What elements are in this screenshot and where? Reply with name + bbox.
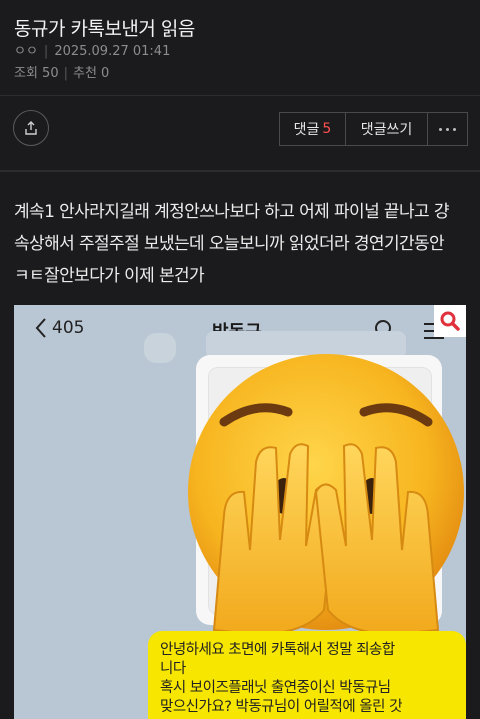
message-line: 맞으신가요? 박동규님이 어릴적에 올린 갓 [160,699,402,715]
message-line: 혹시 보이즈플래닛 출연중이신 박동규님 [160,680,391,696]
post-title: 동규가 카톡보낸거 읽음 [14,18,195,40]
comments-label: 댓글 [293,122,320,138]
view-count: 조회 50 [14,66,59,81]
zoom-image-button[interactable] [434,305,466,337]
comment-count-badge: 5 [322,121,332,137]
post-stats: 조회 50 | 추천 0 [14,62,109,81]
comments-button[interactable]: 댓글 5 [279,112,346,146]
face-covering-eyes-emoji-icon [188,354,464,634]
author-name[interactable]: ㅇㅇ [14,44,38,59]
write-comment-button[interactable]: 댓글쓰기 [346,112,428,146]
chat-back: 405 [34,317,84,339]
post-meta: ㅇㅇ | 2025.09.27 01:41 [14,40,170,59]
section-divider [0,170,480,172]
recommend-count: 추천 0 [73,66,110,81]
chat-message-bubble: 안녕하세요 초면에 카톡해서 정말 죄송합 니다 혹시 보이즈플래닛 출연중이신… [148,631,466,719]
comment-actions: 댓글 5 댓글쓰기 [279,112,468,146]
stats-divider: | [63,66,68,81]
share-icon [25,121,37,135]
attached-screenshot[interactable]: 405 박동규 [14,305,466,719]
post-body-text: 계속1 안사라지길래 계정안쓰나보다 하고 어제 파이널 끝나고 걍 속상해서 … [14,202,449,286]
chevron-left-icon [35,318,46,338]
unread-count: 405 [52,318,85,338]
share-button[interactable] [13,110,49,146]
post-header: 동규가 카톡보낸거 읽음 ㅇㅇ | 2025.09.27 01:41 조회 50 | 추… [0,0,480,172]
header-divider [0,95,480,96]
message-line: 안녕하세요 초면에 카톡해서 정말 죄송합 [160,642,395,658]
more-dots-icon [439,127,456,131]
sender-avatar [144,333,176,363]
post-datetime: 2025.09.27 01:41 [54,44,171,59]
more-options-button[interactable] [428,112,468,146]
message-line: 니다 [160,661,186,677]
meta-divider: | [43,44,49,59]
magnifier-icon [440,311,460,331]
